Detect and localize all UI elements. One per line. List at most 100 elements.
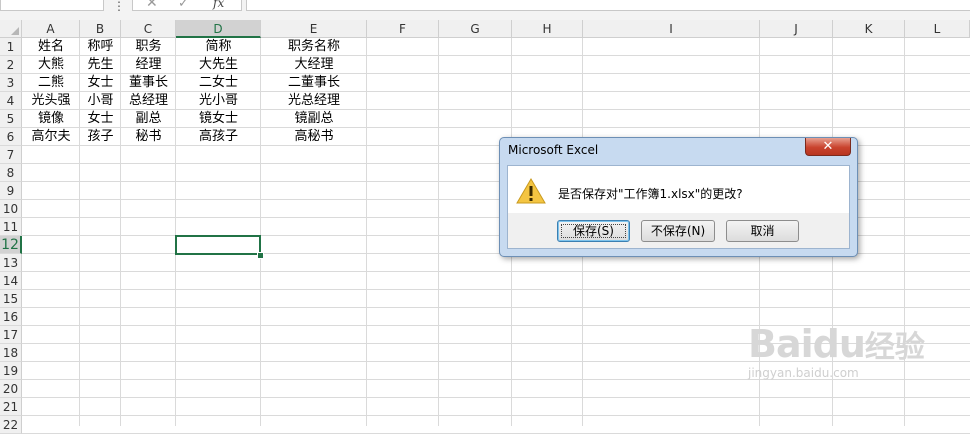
row-header-13[interactable]: 13 xyxy=(0,254,22,272)
dialog-body: 是否保存对"工作簿1.xlsx"的更改? 保存(S) 不保存(N) 取消 xyxy=(507,165,850,249)
watermark-url: jingyan.baidu.com xyxy=(748,366,859,380)
row-header-16[interactable]: 16 xyxy=(0,308,22,326)
column-header-j[interactable]: J xyxy=(760,20,833,38)
save-button-label: 保存(S) xyxy=(573,224,614,238)
cell-d3[interactable]: 二女士 xyxy=(176,74,261,92)
formula-input[interactable] xyxy=(246,0,970,11)
check-icon[interactable]: ✓ xyxy=(178,0,189,11)
save-changes-dialog: Microsoft Excel ✕ 是否保存对"工作簿1.xlsx"的更改? 保… xyxy=(499,137,858,257)
column-header-d[interactable]: D xyxy=(176,20,261,38)
cell-a1[interactable]: 姓名 xyxy=(22,38,80,56)
cell-e1[interactable]: 职务名称 xyxy=(261,38,367,56)
gridline-horizontal xyxy=(22,415,970,416)
insert-function-button[interactable]: fx xyxy=(213,0,224,10)
cell-d6[interactable]: 高孩子 xyxy=(176,128,261,146)
row-header-19[interactable]: 19 xyxy=(0,362,22,380)
column-header-h[interactable]: H xyxy=(512,20,583,38)
watermark-logo: Baidu xyxy=(748,322,866,366)
cell-a3[interactable]: 二熊 xyxy=(22,74,80,92)
gridline-vertical xyxy=(904,38,905,426)
name-box[interactable] xyxy=(0,0,104,11)
cell-c6[interactable]: 秘书 xyxy=(121,128,176,146)
select-all-button[interactable] xyxy=(0,20,22,38)
column-header-l[interactable]: L xyxy=(905,20,970,38)
select-all-triangle-icon xyxy=(11,27,19,35)
row-header-21[interactable]: 21 xyxy=(0,398,22,416)
cell-b6[interactable]: 孩子 xyxy=(80,128,121,146)
fill-handle[interactable] xyxy=(257,252,264,259)
dialog-message: 是否保存对"工作簿1.xlsx"的更改? xyxy=(558,187,743,201)
cancel-button[interactable]: 取消 xyxy=(726,220,799,242)
cell-c2[interactable]: 经理 xyxy=(121,56,176,74)
cell-b2[interactable]: 先生 xyxy=(80,56,121,74)
row-header-11[interactable]: 11 xyxy=(0,218,22,236)
active-cell-d12[interactable] xyxy=(175,235,261,255)
formula-bar-divider-icon: ⋮ xyxy=(113,0,125,13)
cell-c5[interactable]: 副总 xyxy=(121,110,176,128)
row-header-9[interactable]: 9 xyxy=(0,182,22,200)
dialog-title: Microsoft Excel xyxy=(508,143,599,157)
row-header-17[interactable]: 17 xyxy=(0,326,22,344)
cell-d2[interactable]: 大先生 xyxy=(176,56,261,74)
dont-save-button[interactable]: 不保存(N) xyxy=(641,220,715,242)
dialog-button-bar: 保存(S) 不保存(N) 取消 xyxy=(508,213,849,248)
row-header-6[interactable]: 6 xyxy=(0,128,22,146)
cell-a2[interactable]: 大熊 xyxy=(22,56,80,74)
cell-e5[interactable]: 镜副总 xyxy=(261,110,367,128)
row-header-18[interactable]: 18 xyxy=(0,344,22,362)
cell-d1[interactable]: 简称 xyxy=(176,38,261,56)
row-header-12[interactable]: 12 xyxy=(0,236,22,254)
column-header-g[interactable]: G xyxy=(439,20,512,38)
row-header-10[interactable]: 10 xyxy=(0,200,22,218)
column-header-k[interactable]: K xyxy=(833,20,905,38)
cell-b5[interactable]: 女士 xyxy=(80,110,121,128)
cell-c3[interactable]: 董事长 xyxy=(121,74,176,92)
gridline-horizontal xyxy=(22,271,970,272)
column-header-i[interactable]: I xyxy=(583,20,760,38)
cell-b1[interactable]: 称呼 xyxy=(80,38,121,56)
formula-bar: ⋮ ✕ ✓ fx xyxy=(0,0,970,21)
column-header-a[interactable]: A xyxy=(22,20,80,38)
gridline-horizontal xyxy=(22,397,970,398)
row-header-20[interactable]: 20 xyxy=(0,380,22,398)
column-header-b[interactable]: B xyxy=(80,20,121,38)
cell-a5[interactable]: 镜像 xyxy=(22,110,80,128)
column-header-f[interactable]: F xyxy=(367,20,439,38)
row-header-8[interactable]: 8 xyxy=(0,164,22,182)
watermark-cn: 经验 xyxy=(864,330,925,365)
column-header-c[interactable]: C xyxy=(121,20,176,38)
row-header-1[interactable]: 1 xyxy=(0,38,22,56)
cell-a4[interactable]: 光头强 xyxy=(22,92,80,110)
cell-b3[interactable]: 女士 xyxy=(80,74,121,92)
gridline-horizontal xyxy=(22,289,970,290)
row-header-5[interactable]: 5 xyxy=(0,110,22,128)
dont-save-button-label: 不保存(N) xyxy=(650,224,706,238)
row-header-4[interactable]: 4 xyxy=(0,92,22,110)
row-header-3[interactable]: 3 xyxy=(0,74,22,92)
baidu-watermark: Baidu经验 xyxy=(748,322,925,366)
cell-e2[interactable]: 大经理 xyxy=(261,56,367,74)
cell-c4[interactable]: 总经理 xyxy=(121,92,176,110)
cancel-button-label: 取消 xyxy=(750,224,775,238)
cell-d5[interactable]: 镜女士 xyxy=(176,110,261,128)
cell-e3[interactable]: 二董事长 xyxy=(261,74,367,92)
save-button[interactable]: 保存(S) xyxy=(557,220,630,242)
warning-icon xyxy=(516,178,546,204)
cell-b4[interactable]: 小哥 xyxy=(80,92,121,110)
cell-c1[interactable]: 职务 xyxy=(121,38,176,56)
row-header-7[interactable]: 7 xyxy=(0,146,22,164)
cell-a6[interactable]: 高尔夫 xyxy=(22,128,80,146)
cell-e6[interactable]: 高秘书 xyxy=(261,128,367,146)
column-header-e[interactable]: E xyxy=(261,20,367,38)
close-icon[interactable]: ✕ xyxy=(146,0,158,11)
close-icon: ✕ xyxy=(822,139,834,154)
row-header-14[interactable]: 14 xyxy=(0,272,22,290)
cell-d4[interactable]: 光小哥 xyxy=(176,92,261,110)
dialog-close-button[interactable]: ✕ xyxy=(805,138,851,156)
gridline-horizontal xyxy=(22,307,970,308)
gridline-vertical xyxy=(438,38,439,426)
row-header-2[interactable]: 2 xyxy=(0,56,22,74)
cell-e4[interactable]: 光总经理 xyxy=(261,92,367,110)
row-header-22[interactable]: 22 xyxy=(0,416,22,434)
row-header-15[interactable]: 15 xyxy=(0,290,22,308)
